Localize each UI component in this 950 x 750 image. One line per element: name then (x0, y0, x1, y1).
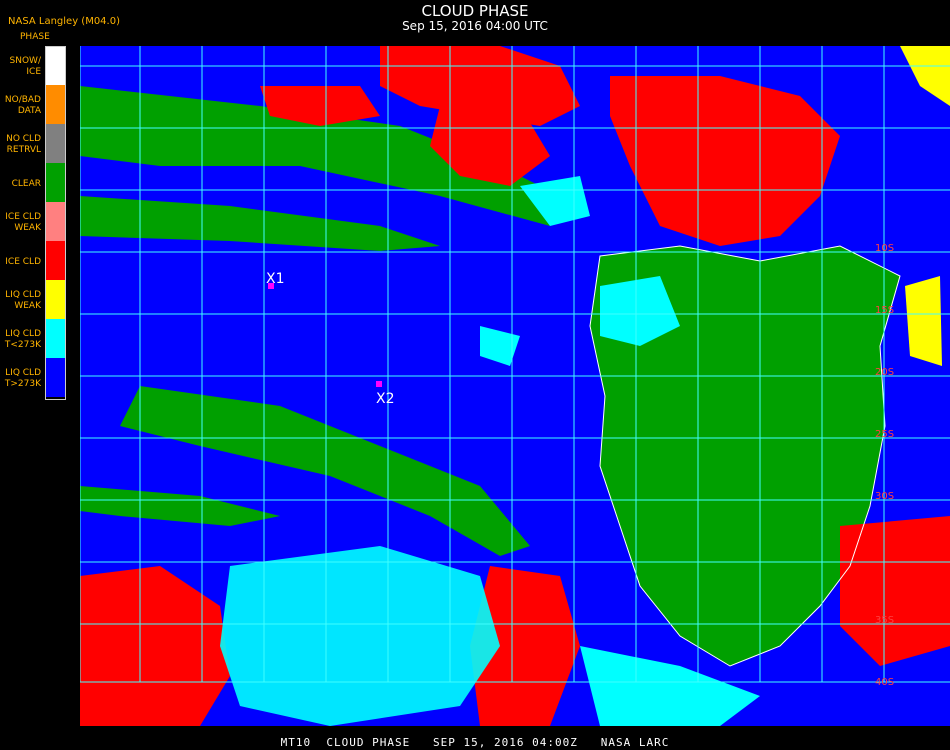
map-image: 10S 15S 20S 25S 30S 35S 40S X1 X2 (80, 46, 950, 726)
marker-x2-label: X2 (376, 391, 395, 407)
legend-swatch (46, 358, 66, 397)
legend-swatch (46, 280, 66, 319)
page-title: CLOUD PHASE (421, 2, 529, 20)
legend-title: PHASE (20, 32, 50, 42)
legend-item-no-bad-data: NO/BAD DATA (0, 85, 66, 124)
lat-label: 25S (875, 429, 894, 440)
cloud-phase-map[interactable]: 10S 15S 20S 25S 30S 35S 40S X1 X2 (80, 46, 950, 726)
marker-x2-dot[interactable] (376, 381, 382, 387)
legend-item-ice-cloud: ICE CLD (0, 241, 66, 280)
legend-label: NO CLD RETRVL (6, 134, 41, 155)
legend-label: LIQ CLD WEAK (5, 290, 41, 311)
page-subtitle: Sep 15, 2016 04:00 UTC (402, 19, 548, 33)
legend-item-snow-ice: SNOW/ ICE (0, 46, 66, 85)
legend-label: SNOW/ ICE (9, 56, 41, 77)
lat-label: 20S (875, 367, 894, 378)
cold-liquid-cloud-south (220, 546, 500, 726)
lat-label: 35S (875, 615, 894, 626)
legend-swatch (46, 241, 66, 280)
legend-item-clear: CLEAR (0, 163, 66, 202)
lat-label: 40S (875, 677, 894, 688)
legend-item-ice-cloud-weak: ICE CLD WEAK (0, 202, 66, 241)
legend-label: LIQ CLD T<273K (4, 329, 41, 350)
lat-label: 30S (875, 491, 894, 502)
legend-label: ICE CLD WEAK (5, 212, 41, 233)
legend-label: CLEAR (11, 179, 41, 189)
legend-swatch (46, 163, 66, 202)
header: NASA Langley (M04.0) CLOUD PHASE Sep 15,… (0, 0, 950, 44)
legend-swatch (46, 319, 66, 358)
legend-swatch (46, 124, 66, 163)
legend-swatch (46, 85, 66, 124)
legend-swatch (46, 202, 66, 241)
legend-item-liquid-cloud-weak: LIQ CLD WEAK (0, 280, 66, 319)
lat-label: 15S (875, 305, 894, 316)
legend-swatch (46, 46, 66, 85)
legend-item-no-cloud-retrieval: NO CLD RETRVL (0, 124, 66, 163)
phase-legend: SNOW/ ICE NO/BAD DATA NO CLD RETRVL CLEA… (0, 46, 66, 402)
marker-x1-label: X1 (266, 271, 285, 287)
legend-label: LIQ CLD T>273K (4, 368, 41, 389)
lat-label: 10S (875, 243, 894, 254)
legend-item-liquid-cloud-cold: LIQ CLD T<273K (0, 319, 66, 358)
footer-caption: MT10 CLOUD PHASE SEP 15, 2016 04:00Z NAS… (280, 736, 670, 749)
legend-label: NO/BAD DATA (4, 95, 41, 116)
legend-label: ICE CLD (5, 257, 41, 267)
weak-liquid-cloud-east (905, 276, 942, 366)
legend-item-liquid-cloud-warm: LIQ CLD T>273K (0, 358, 66, 397)
